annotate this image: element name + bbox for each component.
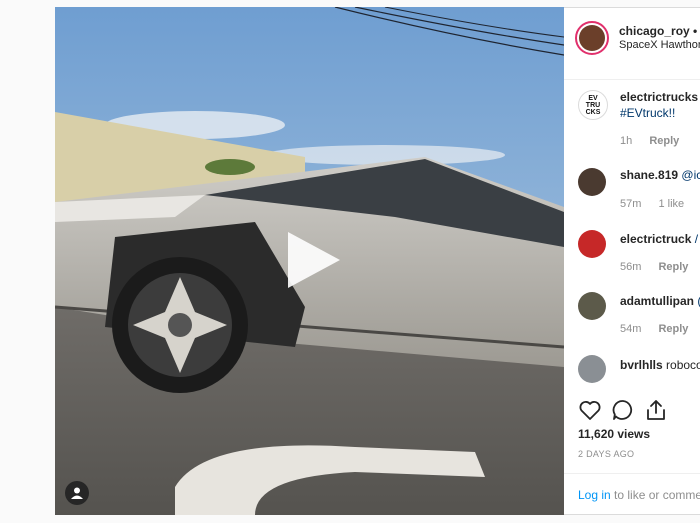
heart-icon[interactable] [578, 398, 602, 422]
post-header: chicago_roy • SpaceX Hawthorne [564, 8, 700, 80]
login-link[interactable]: Log in [578, 488, 611, 502]
comment-time: 57m [620, 198, 642, 210]
author-username-text[interactable]: chicago_roy [619, 24, 690, 38]
commenter-avatar[interactable] [578, 230, 606, 258]
commenter-avatar[interactable] [578, 292, 606, 320]
post-location[interactable]: SpaceX Hawthorne [619, 39, 700, 51]
login-rest-text: to like or comme [610, 488, 700, 502]
comment-username-text[interactable]: electrictrucks [620, 90, 698, 104]
comment-hashtag[interactable]: #EVtruck!! [620, 106, 675, 120]
commenter-avatar[interactable]: EV TRU CKS [578, 90, 608, 120]
reply-button[interactable]: Reply [658, 261, 688, 273]
reply-button[interactable]: Reply [658, 323, 688, 335]
post-actions [564, 398, 700, 428]
comment-icon[interactable] [611, 398, 635, 422]
post-video[interactable] [55, 7, 564, 515]
comment-meta: 54m Reply [620, 323, 700, 335]
commenter-username[interactable]: shane.819 @ic [620, 168, 700, 182]
commenter-username[interactable]: electrictrucks @i [620, 90, 700, 104]
comment-time: 1h [620, 135, 633, 147]
commenter-avatar[interactable] [578, 355, 606, 383]
commenter-username[interactable]: adamtullipan ( [620, 294, 700, 308]
view-count[interactable]: 11,620 views [578, 427, 650, 441]
commenter-username[interactable]: bvrlhlls roboco [620, 358, 700, 372]
share-icon[interactable] [644, 398, 668, 422]
author-username[interactable]: chicago_roy • [619, 24, 697, 38]
comment-username-text[interactable]: adamtullipan [620, 294, 694, 308]
post-date: 2 DAYS AGO [578, 449, 635, 459]
comment-meta: 56m Reply [620, 261, 700, 273]
commenter-username[interactable]: electrictruck / [620, 232, 698, 246]
header-dot: • [693, 24, 698, 38]
comment-mention[interactable]: / [695, 232, 698, 246]
comment-mention[interactable]: @ic [681, 168, 700, 182]
comment-text: roboco [666, 358, 700, 372]
comment-time: 56m [620, 261, 642, 273]
user-tag-icon[interactable] [65, 481, 89, 505]
login-prompt: Log in to like or comme [564, 473, 700, 514]
comment-username-text[interactable]: electrictruck [620, 232, 691, 246]
play-icon[interactable] [283, 229, 343, 291]
commenter-avatar[interactable] [578, 168, 606, 196]
comment-time: 54m [620, 323, 642, 335]
instagram-post-modal: chicago_roy • SpaceX Hawthorne EV TRU CK… [0, 0, 700, 523]
post-side-panel: chicago_roy • SpaceX Hawthorne EV TRU CK… [564, 7, 700, 515]
comment-meta: 1h Reply [620, 135, 693, 147]
comment-likes[interactable]: 1 like [658, 198, 684, 210]
login-text: Log in to like or comme [578, 488, 700, 502]
avatar-logo-text: EV TRU CKS [585, 94, 601, 116]
comment-username-text[interactable]: shane.819 [620, 168, 678, 182]
reply-button[interactable]: Reply [649, 135, 679, 147]
author-avatar[interactable] [575, 21, 609, 55]
comment-meta: 57m 1 like [620, 198, 694, 210]
comment-username-text[interactable]: bvrlhlls [620, 358, 663, 372]
